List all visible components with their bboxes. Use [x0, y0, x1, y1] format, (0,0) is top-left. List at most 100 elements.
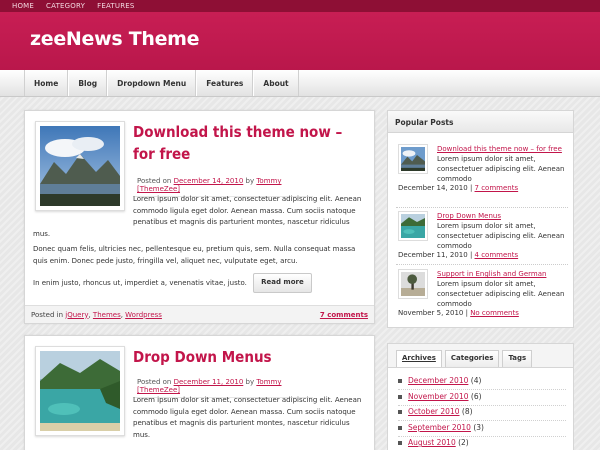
archive-count: (8) [461, 407, 473, 416]
popular-post-title[interactable]: Drop Down Menus [437, 212, 501, 220]
mountain-lake-image [40, 126, 120, 206]
popular-posts-widget: Popular Posts Download this theme now – … [387, 110, 574, 328]
popular-post-meta: December 11, 2010 | 4 comments [398, 251, 570, 259]
archive-link[interactable]: December 2010 [408, 376, 468, 385]
popular-post-excerpt: Lorem ipsum dolor sit amet, consectetuer… [437, 155, 565, 183]
category-link[interactable]: Wordpress [125, 311, 162, 319]
category-link[interactable]: Themes [93, 311, 121, 319]
nav-blog[interactable]: Blog [68, 70, 108, 96]
archive-link[interactable]: September 2010 [408, 423, 471, 432]
archive-item: August 2010 (2) [398, 438, 568, 447]
nav-home[interactable]: Home [24, 70, 69, 96]
archive-count: (2) [458, 438, 469, 447]
nav-dropdown-menu[interactable]: Dropdown Menu [107, 70, 197, 96]
topbar-home-link[interactable]: HOME [12, 2, 34, 10]
divider [396, 207, 568, 208]
popular-post-comments[interactable]: 4 comments [475, 251, 519, 259]
popular-post-meta: November 5, 2010 | No comments [398, 309, 570, 317]
archive-item: November 2010 (6) [398, 392, 568, 401]
popular-post-excerpt: Lorem ipsum dolor sit amet, consectetuer… [437, 280, 565, 308]
widget-title: Popular Posts [388, 111, 573, 133]
bullet-icon [398, 425, 402, 430]
post-title[interactable]: Download this theme now – for free [133, 121, 368, 165]
post-card: Drop Down Menus Posted on December 11, 2… [24, 335, 375, 450]
bullet-icon [398, 394, 402, 399]
post-paragraph-text: In enim justo, rhoncus ut, imperdiet a, … [33, 278, 247, 287]
divider [398, 405, 566, 406]
tab-bar: Archives Categories Tags [388, 344, 573, 368]
bullet-icon [398, 440, 402, 445]
archive-item: September 2010 (3) [398, 423, 568, 432]
mountain-lake-image [401, 147, 425, 171]
popular-post-title[interactable]: Support in English and German [437, 270, 546, 278]
popular-post-item: Support in English and German Lorem ipsu… [398, 269, 570, 317]
popular-post-comments[interactable]: 7 comments [475, 184, 519, 192]
topbar-category-link[interactable]: CATEGORY [46, 2, 85, 10]
divider [398, 436, 566, 437]
tab-categories[interactable]: Categories [444, 350, 500, 367]
bullet-icon [398, 378, 402, 383]
nav-about[interactable]: About [253, 70, 299, 96]
archive-link[interactable]: November 2010 [408, 392, 469, 401]
post-categories: Posted in jQuery, Themes, Wordpress [31, 310, 162, 319]
popular-post-date: November 5, 2010 [398, 309, 464, 317]
post-excerpt-tail: mus. [33, 230, 51, 238]
meta-separator: | [469, 184, 473, 192]
popular-post-meta: December 14, 2010 | 7 comments [398, 184, 570, 192]
main-nav: Home Blog Dropdown Menu Features About [0, 70, 600, 97]
post-footer: Posted in jQuery, Themes, Wordpress 7 co… [25, 305, 374, 323]
meta-prefix: Posted on [137, 177, 172, 185]
category-link[interactable]: jQuery [65, 311, 88, 319]
read-more-button[interactable]: Read more [253, 273, 312, 293]
post-excerpt: Lorem ipsum dolor sit amet, consectetuer… [133, 396, 362, 427]
top-bar: HOME CATEGORY FEATURES [0, 0, 600, 12]
site-header: zeeNews Theme [0, 12, 600, 70]
tabs-widget: Archives Categories Tags December 2010 (… [387, 343, 574, 450]
divider [398, 420, 566, 421]
bullet-icon [398, 409, 402, 414]
popular-post-title[interactable]: Download this theme now – for free [437, 145, 562, 153]
post-paragraph: Donec quam felis, ultricies nec, pellent… [33, 245, 356, 265]
footer-prefix: Posted in [31, 310, 64, 319]
archive-item: December 2010 (4) [398, 376, 568, 385]
post-date-link[interactable]: December 14, 2010 [174, 177, 244, 185]
meta-by: by [245, 177, 255, 185]
popular-post-thumbnail[interactable] [398, 144, 428, 174]
archive-link[interactable]: August 2010 [408, 438, 456, 447]
comments-link[interactable]: 7 comments [320, 311, 368, 319]
popular-post-comments[interactable]: No comments [470, 309, 519, 317]
popular-post-item: Drop Down Menus Lorem ipsum dolor sit am… [398, 211, 570, 259]
topbar-features-link[interactable]: FEATURES [97, 2, 134, 10]
popular-post-date: December 14, 2010 [398, 184, 468, 192]
archive-link[interactable]: October 2010 [408, 407, 460, 416]
post-thumbnail[interactable] [35, 346, 125, 436]
archive-count: (4) [470, 376, 482, 385]
post-title[interactable]: Drop Down Menus [133, 346, 368, 368]
divider [398, 389, 566, 390]
post-paragraph-last: In enim justo, rhoncus ut, imperdiet a, … [33, 273, 371, 293]
tab-tags[interactable]: Tags [502, 350, 533, 367]
lagoon-image [40, 351, 120, 431]
divider [396, 264, 568, 265]
archive-count: (6) [470, 392, 482, 401]
meta-prefix: Posted on [137, 378, 172, 386]
popular-post-thumbnail[interactable] [398, 211, 428, 241]
archive-count: (3) [473, 423, 484, 432]
meta-by: by [245, 378, 255, 386]
post-date-link[interactable]: December 11, 2010 [174, 378, 244, 386]
lagoon-image [401, 214, 425, 238]
post-excerpt: Lorem ipsum dolor sit amet, consectetuer… [133, 195, 362, 226]
meta-separator: | [469, 251, 473, 259]
popular-post-thumbnail[interactable] [398, 269, 428, 299]
post-thumbnail[interactable] [35, 121, 125, 211]
popular-post-excerpt: Lorem ipsum dolor sit amet, consectetuer… [437, 222, 565, 250]
meta-separator: | [465, 309, 468, 317]
popular-post-item: Download this theme now – for free Lorem… [398, 144, 570, 192]
archive-item: October 2010 (8) [398, 407, 568, 416]
post-card: Download this theme now – for free Poste… [24, 110, 375, 324]
tree-image [401, 272, 425, 296]
tab-archives[interactable]: Archives [396, 350, 442, 367]
nav-features[interactable]: Features [196, 70, 254, 96]
popular-post-date: December 11, 2010 [398, 251, 468, 259]
site-title[interactable]: zeeNews Theme [30, 28, 200, 50]
